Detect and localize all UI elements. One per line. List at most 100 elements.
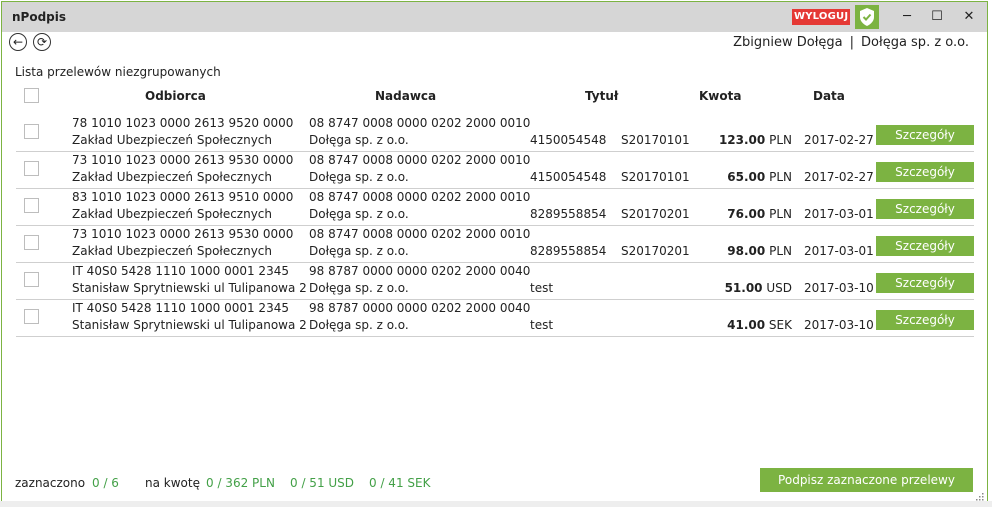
- recipient-name: Zakład Ubezpieczeń Społecznych: [72, 207, 273, 221]
- app-title: nPodpis: [12, 10, 67, 24]
- refresh-icon[interactable]: ⟳: [33, 33, 51, 51]
- recipient-name: Stanisław Sprytniewski ul Tulipanowa 2: [72, 318, 307, 332]
- title-ref: 4150054548: [530, 170, 607, 184]
- sender-name: Dołęga sp. z o.o.: [309, 244, 409, 258]
- currency: PLN: [769, 207, 792, 221]
- back-icon[interactable]: ←: [9, 33, 27, 51]
- background-window: [0, 501, 992, 507]
- row-checkbox[interactable]: [24, 161, 39, 176]
- amount: 76.00 PLN: [656, 207, 792, 221]
- row-checkbox[interactable]: [24, 198, 39, 213]
- amount: 123.00 PLN: [656, 133, 792, 147]
- resize-grip-icon[interactable]: [976, 490, 984, 501]
- transfer-date: 2017-03-01: [804, 244, 874, 258]
- sender-name: Dołęga sp. z o.o.: [309, 133, 409, 147]
- shield-check-icon: [855, 5, 879, 29]
- selected-label: zaznaczono: [15, 476, 86, 490]
- details-button[interactable]: Szczegóły: [876, 310, 974, 330]
- toolbar: ← ⟳ Zbigniew Dołęga | Dołęga sp. z o.o.: [2, 32, 987, 57]
- amount: 51.00 USD: [656, 281, 792, 295]
- details-button[interactable]: Szczegóły: [876, 125, 974, 145]
- list-title: Lista przelewów niezgrupowanych: [15, 65, 221, 79]
- details-button[interactable]: Szczegóły: [876, 273, 974, 293]
- transfer-date: 2017-03-10: [804, 318, 874, 332]
- sender-account: 08 8747 0008 0000 0202 2000 0010: [309, 116, 531, 130]
- currency: PLN: [769, 244, 792, 258]
- user-info: Zbigniew Dołęga | Dołęga sp. z o.o.: [733, 35, 969, 50]
- currency: PLN: [769, 170, 792, 184]
- row-checkbox[interactable]: [24, 309, 39, 324]
- recipient-name: Stanisław Sprytniewski ul Tulipanowa 2: [72, 281, 307, 295]
- header-amount: Kwota: [699, 89, 742, 103]
- title-ref: 4150054548: [530, 133, 607, 147]
- sender-name: Dołęga sp. z o.o.: [309, 318, 409, 332]
- details-button[interactable]: Szczegóły: [876, 236, 974, 256]
- recipient-account: 78 1010 1023 0000 2613 9520 0000: [72, 116, 294, 130]
- title-ref: test: [530, 318, 554, 332]
- amount-value: 76.00: [727, 207, 766, 221]
- recipient-account: IT 40S0 5428 1110 1000 0001 2345: [72, 301, 289, 315]
- table-row: 73 1010 1023 0000 2613 9530 0000 Zakład U…: [16, 226, 974, 263]
- row-checkbox[interactable]: [24, 272, 39, 287]
- table-row: 83 1010 1023 0000 2613 9510 0000 Zakład U…: [16, 189, 974, 226]
- header-title: Tytuł: [585, 89, 619, 103]
- separator: |: [849, 35, 855, 50]
- transfer-date: 2017-02-27: [804, 170, 874, 184]
- table-row: 73 1010 1023 0000 2613 9530 0000 Zakład U…: [16, 152, 974, 189]
- amount-usd: 0 / 51 USD: [290, 476, 355, 490]
- sender-name: Dołęga sp. z o.o.: [309, 281, 409, 295]
- header-date: Data: [813, 89, 845, 103]
- recipient-account: IT 40S0 5428 1110 1000 0001 2345: [72, 264, 289, 278]
- recipient-name: Zakład Ubezpieczeń Społecznych: [72, 170, 273, 184]
- title-bar: nPodpis WYLOGUJ ─ ☐ ✕: [2, 2, 987, 32]
- selected-count: 0 / 6: [92, 476, 119, 490]
- transfer-date: 2017-03-01: [804, 207, 874, 221]
- amount-value: 65.00: [727, 170, 766, 184]
- recipient-account: 73 1010 1023 0000 2613 9530 0000: [72, 227, 294, 241]
- recipient-name: Zakład Ubezpieczeń Społecznych: [72, 133, 273, 147]
- title-ref: test: [530, 281, 554, 295]
- maximize-icon[interactable]: ☐: [928, 9, 946, 25]
- amount: 41.00 SEK: [656, 318, 792, 332]
- sender-account: 98 8787 0000 0000 0202 2000 0040: [309, 264, 531, 278]
- amount-value: 41.00: [727, 318, 766, 332]
- amount-sek: 0 / 41 SEK: [369, 476, 431, 490]
- amount-pln: 0 / 362 PLN: [206, 476, 275, 490]
- currency: USD: [766, 281, 792, 295]
- row-checkbox[interactable]: [24, 124, 39, 139]
- recipient-account: 83 1010 1023 0000 2613 9510 0000: [72, 190, 294, 204]
- amount: 65.00 PLN: [656, 170, 792, 184]
- select-all-checkbox[interactable]: [24, 88, 39, 103]
- currency: SEK: [768, 318, 792, 332]
- table-row: 78 1010 1023 0000 2613 9520 0000 Zakład U…: [16, 115, 974, 152]
- sender-account: 08 8747 0008 0000 0202 2000 0010: [309, 190, 531, 204]
- company-name: Dołęga sp. z o.o.: [861, 35, 969, 50]
- amount: 98.00 PLN: [656, 244, 792, 258]
- sender-account: 08 8747 0008 0000 0202 2000 0010: [309, 153, 531, 167]
- title-ref: 8289558854: [530, 244, 607, 258]
- recipient-name: Zakład Ubezpieczeń Społecznych: [72, 244, 273, 258]
- details-button[interactable]: Szczegóły: [876, 199, 974, 219]
- sender-account: 98 8787 0000 0000 0202 2000 0040: [309, 301, 531, 315]
- table-row: IT 40S0 5428 1110 1000 0001 2345 Stanisła…: [16, 300, 974, 337]
- amount-value: 123.00: [718, 133, 766, 147]
- logout-button[interactable]: WYLOGUJ: [792, 9, 851, 25]
- minimize-icon[interactable]: ─: [898, 9, 916, 25]
- row-checkbox[interactable]: [24, 235, 39, 250]
- close-icon[interactable]: ✕: [960, 9, 978, 25]
- title-ref: 8289558854: [530, 207, 607, 221]
- amount-value: 51.00: [724, 281, 763, 295]
- main-window: nPodpis WYLOGUJ ─ ☐ ✕ ← ⟳ Zbigniew Dołęg…: [1, 1, 988, 502]
- currency: PLN: [769, 133, 792, 147]
- transfer-date: 2017-03-10: [804, 281, 874, 295]
- sender-account: 08 8747 0008 0000 0202 2000 0010: [309, 227, 531, 241]
- sign-selected-button[interactable]: Podpisz zaznaczone przelewy: [760, 468, 973, 492]
- recipient-account: 73 1010 1023 0000 2613 9530 0000: [72, 153, 294, 167]
- sender-name: Dołęga sp. z o.o.: [309, 170, 409, 184]
- amount-label: na kwotę: [145, 476, 200, 490]
- user-name: Zbigniew Dołęga: [733, 35, 843, 50]
- details-button[interactable]: Szczegóły: [876, 162, 974, 182]
- transfer-date: 2017-02-27: [804, 133, 874, 147]
- header-sender: Nadawca: [375, 89, 437, 103]
- amount-value: 98.00: [727, 244, 766, 258]
